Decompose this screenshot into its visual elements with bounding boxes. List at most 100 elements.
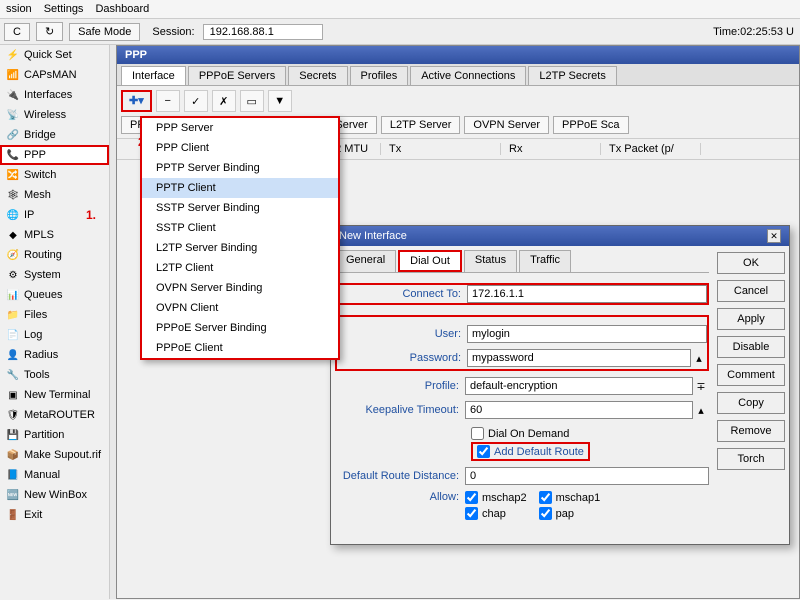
wireless-icon: 📡 [6,108,20,122]
ok-button[interactable]: OK [717,252,785,274]
tab-pppoe-servers[interactable]: PPPoE Servers [188,66,286,85]
dropdown-l2tp-client[interactable]: L2TP Client [142,258,338,278]
log-icon: 📄 [6,328,20,342]
close-icon[interactable]: ✕ [767,229,781,243]
sidebar-item-mpls[interactable]: ◆MPLS [0,225,109,245]
tab-secrets[interactable]: Secrets [288,66,347,85]
dropdown-pptp-server-binding[interactable]: PPTP Server Binding [142,158,338,178]
drd-input[interactable] [465,467,709,485]
sidebar-item-make-supout-rif[interactable]: 📦Make Supout.rif [0,445,109,465]
cancel-button[interactable]: Cancel [717,280,785,302]
menu-bar: ssion Settings Dashboard [0,0,800,19]
filter-button[interactable]: ▼ [268,90,292,112]
dial-on-demand-checkbox[interactable] [471,427,484,440]
allow-pap-checkbox[interactable] [539,507,552,520]
switch-icon: 🔀 [6,168,20,182]
tab-interface[interactable]: Interface [121,66,186,85]
dlg-tab-status[interactable]: Status [464,250,517,272]
dropdown-ovpn-client[interactable]: OVPN Client [142,298,338,318]
tab-l2tp-secrets[interactable]: L2TP Secrets [528,66,616,85]
allow-mschap2-label: mschap2 [482,492,527,504]
dialog-title-bar[interactable]: New Interface ✕ [331,226,789,246]
torch-button[interactable]: Torch [717,448,785,470]
col-header[interactable]: Tx Packet (p/ [601,143,701,155]
sidebar-item-bridge[interactable]: 🔗Bridge [0,125,109,145]
sidebar-item-metarouter[interactable]: 🛡MetaROUTER [0,405,109,425]
pw-toggle-icon[interactable]: ▴ [691,352,707,365]
sidebar-item-capsman[interactable]: 📶CAPsMAN [0,65,109,85]
dropdown-icon[interactable]: ∓ [693,380,709,393]
dropdown-pptp-client[interactable]: PPTP Client [142,178,338,198]
sidebar-item-mesh[interactable]: 🕸Mesh [0,185,109,205]
allow-mschap1-checkbox[interactable] [539,491,552,504]
allow-chap-checkbox[interactable] [465,507,478,520]
sidebar-item-exit[interactable]: 🚪Exit [0,505,109,525]
ovpn-server-button[interactable]: OVPN Server [464,116,549,134]
sidebar-item-new-winbox[interactable]: 🆕New WinBox [0,485,109,505]
dropdown-sstp-server-binding[interactable]: SSTP Server Binding [142,198,338,218]
sidebar-item-partition[interactable]: 💾Partition [0,425,109,445]
sidebar-item-ppp[interactable]: 📞PPP [0,145,109,165]
enable-button[interactable]: ✓ [184,90,208,112]
add-default-route-checkbox[interactable] [477,445,490,458]
dial-on-demand-label: Dial On Demand [488,428,569,440]
ip-icon: 🌐 [6,208,20,222]
profile-select[interactable] [465,377,693,395]
safe-mode-button[interactable]: Safe Mode [69,23,140,41]
col-header[interactable]: Tx [381,143,501,155]
sidebar-item-interfaces[interactable]: 🔌Interfaces [0,85,109,105]
allow-pap-label: pap [556,508,574,520]
dropdown-sstp-client[interactable]: SSTP Client [142,218,338,238]
tab-profiles[interactable]: Profiles [350,66,409,85]
l2tp-server-button[interactable]: L2TP Server [381,116,461,134]
keepalive-input[interactable] [465,401,693,419]
sidebar-item-tools[interactable]: 🔧Tools [0,365,109,385]
dropdown-l2tp-server-binding[interactable]: L2TP Server Binding [142,238,338,258]
sidebar-item-manual[interactable]: 📘Manual [0,465,109,485]
dropdown-ppp-server[interactable]: PPP Server [142,118,338,138]
disable-button[interactable]: ✗ [212,90,236,112]
user-input[interactable] [467,325,707,343]
menu-dashboard[interactable]: Dashboard [95,3,149,15]
connect-to-input[interactable] [467,285,707,303]
back-button[interactable]: C [4,23,30,41]
dropdown-pppoe-server-binding[interactable]: PPPoE Server Binding [142,318,338,338]
dlg-tab-dial-out[interactable]: Dial Out [398,250,462,272]
menu-settings[interactable]: Settings [44,3,84,15]
sidebar-item-files[interactable]: 📁Files [0,305,109,325]
menu-session[interactable]: ssion [6,3,32,15]
remove-button[interactable]: Remove [717,420,785,442]
sidebar-item-radius[interactable]: 👤Radius [0,345,109,365]
password-input[interactable] [467,349,691,367]
copy-button[interactable]: Copy [717,392,785,414]
col-header[interactable]: Rx [501,143,601,155]
sidebar-item-quick-set[interactable]: ⚡Quick Set [0,45,109,65]
sidebar-item-system[interactable]: ⚙System [0,265,109,285]
comment-button[interactable]: ▭ [240,90,264,112]
up-icon[interactable]: ▴ [693,404,709,417]
add-button[interactable]: ✚▾ [121,90,152,112]
dropdown-pppoe-client[interactable]: PPPoE Client [142,338,338,358]
dialog-title: New Interface [339,230,407,242]
sidebar-item-routing[interactable]: 🧭Routing [0,245,109,265]
apply-button[interactable]: Apply [717,308,785,330]
main-toolbar: C ↻ Safe Mode Session: 192.168.88.1 Time… [0,19,800,45]
mpls-icon: ◆ [6,228,20,242]
pppoe-sca-button[interactable]: PPPoE Sca [553,116,628,134]
dlg-tab-traffic[interactable]: Traffic [519,250,571,272]
sidebar-item-log[interactable]: 📄Log [0,325,109,345]
dropdown-ppp-client[interactable]: PPP Client [142,138,338,158]
allow-chap-label: chap [482,508,506,520]
refresh-button[interactable]: ↻ [36,22,63,41]
dropdown-ovpn-server-binding[interactable]: OVPN Server Binding [142,278,338,298]
allow-mschap2-checkbox[interactable] [465,491,478,504]
dlg-tab-general[interactable]: General [335,250,396,272]
remove-button[interactable]: − [156,90,180,112]
sidebar-item-wireless[interactable]: 📡Wireless [0,105,109,125]
sidebar-item-new-terminal[interactable]: ▣New Terminal [0,385,109,405]
sidebar-item-switch[interactable]: 🔀Switch [0,165,109,185]
comment-button[interactable]: Comment [717,364,785,386]
sidebar-item-queues[interactable]: 📊Queues [0,285,109,305]
tab-active-connections[interactable]: Active Connections [410,66,526,85]
disable-button[interactable]: Disable [717,336,785,358]
